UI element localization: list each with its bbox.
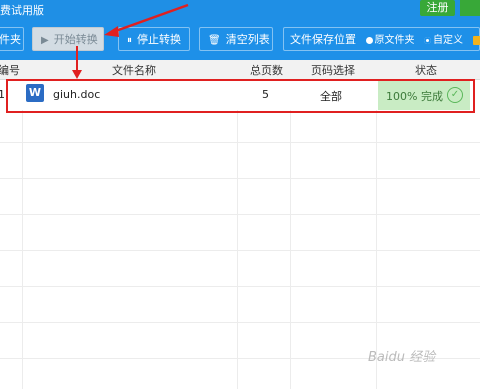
arrow-to-start-button	[104, 3, 189, 37]
annotation-arrows	[72, 3, 189, 79]
arrow-to-file-row	[72, 46, 82, 79]
watermark: Baidu 经验	[368, 350, 436, 365]
